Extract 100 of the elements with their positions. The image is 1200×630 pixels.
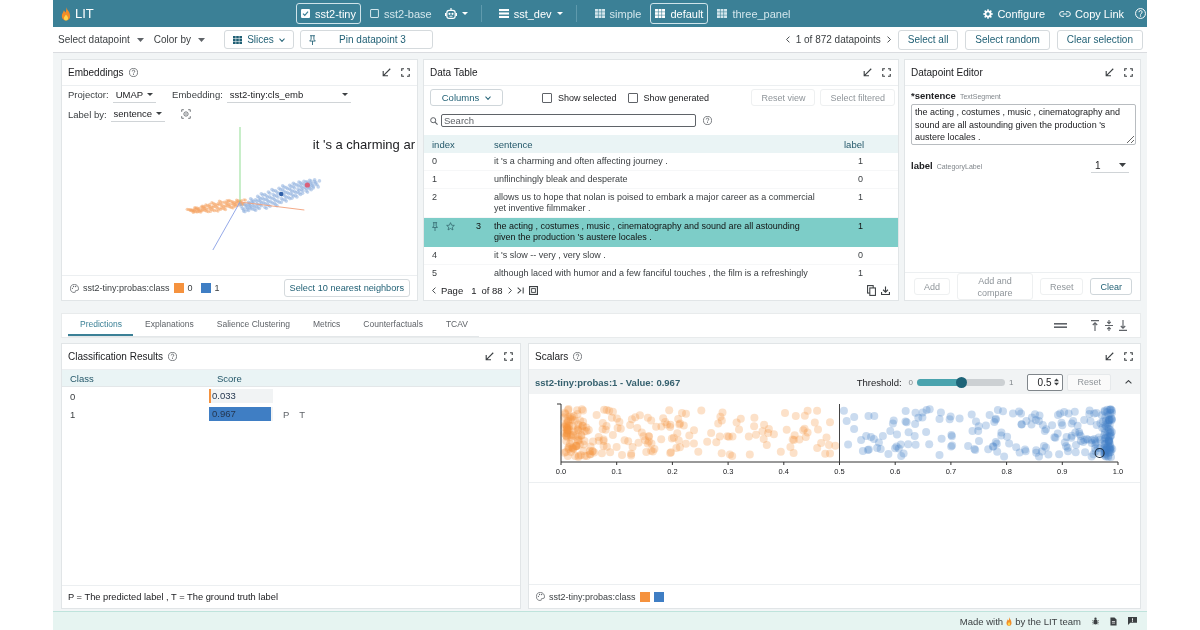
copy-icon[interactable] [867,285,876,296]
column-header[interactable]: sentence [487,138,834,150]
drag-handle-icon[interactable] [1054,323,1067,328]
page-number[interactable]: 1 [471,285,477,296]
fullscreen-icon[interactable] [401,68,410,77]
table-cell-text: unflinchingly bleak and desperate [493,173,629,186]
table-cell-text: 0 [857,173,864,186]
toolbar-button[interactable]: Select random [965,29,1050,50]
checkbox[interactable] [627,92,638,103]
chevron-right-icon[interactable] [886,36,891,43]
dropdown[interactable]: sst2-tiny:cls_emb [226,86,351,103]
number-field[interactable]: 0.5 [1027,373,1064,391]
table-cell-text: 1 [857,267,864,280]
header-action-button[interactable]: Copy Link [1059,7,1124,20]
tab[interactable]: Salience Clustering [204,314,301,336]
chevron-left-icon[interactable] [432,287,436,294]
flame-icon [61,6,71,21]
column-header[interactable]: label [834,138,898,150]
split-icon[interactable] [1105,320,1113,331]
tab[interactable]: Metrics [300,314,352,336]
datapoint-count: 1 of 872 datapoints [795,34,881,45]
bug-icon[interactable] [1092,617,1099,625]
checkbox[interactable] [542,92,552,103]
feedback-icon[interactable] [1128,617,1137,625]
layout-button[interactable]: three_panel [712,3,796,24]
app-name: LIT [75,6,94,21]
caret-icon [156,112,163,115]
help-icon[interactable] [168,352,178,361]
star-icon[interactable] [446,222,455,231]
dropdown-button[interactable]: Color by [153,34,205,45]
minimize-icon[interactable] [1105,352,1114,361]
chevron-up-icon[interactable] [1125,380,1132,384]
footer-text: Made with [959,615,1004,627]
table-row[interactable]: 5 although laced with humor and a few fanciful touches , the film is a refreshingly 1 [424,265,898,281]
help-icon[interactable] [703,116,712,125]
dropdown[interactable]: sentence [110,106,166,122]
fullscreen-icon[interactable] [882,68,891,77]
minimize-icon[interactable] [485,352,494,361]
threshold-line [839,403,840,463]
table-row[interactable]: 3 the acting , costumes , music , cinematography and sound are all astounding given the production 's austere locales . 1 [424,218,898,247]
model-chip[interactable]: sst2-tiny [296,3,361,24]
chevron-left-icon[interactable] [785,36,790,43]
pin-icon[interactable] [432,222,438,231]
tab[interactable]: Explanations [133,314,205,336]
help-icon[interactable] [573,352,583,361]
square-icon[interactable] [528,286,538,295]
toolbar-button[interactable]: Select all [897,29,959,50]
tab[interactable]: TCAV [433,314,479,336]
dropdown[interactable]: UMAP [112,86,157,103]
model-chip[interactable]: sst2-base [364,3,437,24]
column-header[interactable]: Score [209,372,520,384]
search-field[interactable]: Search [441,114,696,127]
table-row[interactable]: 1 unflinchingly bleak and desperate 0 [424,171,898,189]
help-icon[interactable] [128,68,138,77]
text-field[interactable]: the acting , costumes , music , cinematography and sound are all astounding given the production 's austere locales . [911,104,1136,145]
dataset-dropdown[interactable]: sst_dev [498,7,563,20]
panel-title: Scalars [535,351,569,362]
column-header[interactable]: index [424,138,487,150]
slider-track[interactable] [917,378,1006,386]
align-top-icon[interactable] [1091,320,1099,331]
minimize-icon[interactable] [382,68,391,77]
table-row[interactable]: 0 it 's a charming and often affecting journey . 1 [424,153,898,171]
tab[interactable]: Counterfactuals [351,314,434,336]
tab[interactable]: Predictions [68,314,134,336]
neighbors-button[interactable]: Select 10 nearest neighbors [283,279,410,297]
label-marker: P [283,408,290,420]
pin-button[interactable]: Pin datapoint 3 [299,30,433,49]
table-row[interactable]: 4 it 's slow -- very , very slow . 0 [424,247,898,265]
field-label: *sentence [911,90,956,101]
fullscreen-icon[interactable] [1124,68,1133,77]
point-label: it 's a charming ar [312,137,415,152]
toolbar-button[interactable]: Clear selection [1056,29,1143,50]
minimize-icon[interactable] [863,68,872,77]
panel-title: Data Table [430,67,478,78]
fullscreen-icon[interactable] [1124,352,1133,361]
header-action-button[interactable]: Configure [983,7,1046,20]
layout-button[interactable]: default [650,3,709,24]
focus-icon[interactable] [181,109,192,119]
download-icon[interactable] [881,286,890,295]
slices-button[interactable]: Slices [223,30,294,49]
document-icon[interactable] [1110,616,1117,626]
palette-icon [70,283,79,293]
columns-button[interactable]: Columns [430,89,503,106]
fullscreen-icon[interactable] [504,352,513,361]
align-bottom-icon[interactable] [1119,320,1127,331]
score-value: 0.033 [212,389,236,403]
model-menu-button[interactable] [444,8,468,19]
last-page-icon[interactable] [516,287,524,294]
chevron-right-icon[interactable] [507,287,512,294]
column-header[interactable]: Class [62,372,209,384]
action-button[interactable]: Clear [1090,278,1132,295]
minimize-icon[interactable] [1105,68,1114,77]
page-label: Page [441,285,464,296]
dropdown[interactable]: 1 [1091,158,1129,173]
checkbox-label: Show selected [558,92,617,103]
page-count: of 88 [481,285,503,296]
layout-button[interactable]: simple [589,3,647,24]
slider-thumb[interactable] [955,376,967,388]
dropdown-button[interactable]: Select datapoint [58,34,144,45]
stepper-icon[interactable] [1054,378,1060,386]
